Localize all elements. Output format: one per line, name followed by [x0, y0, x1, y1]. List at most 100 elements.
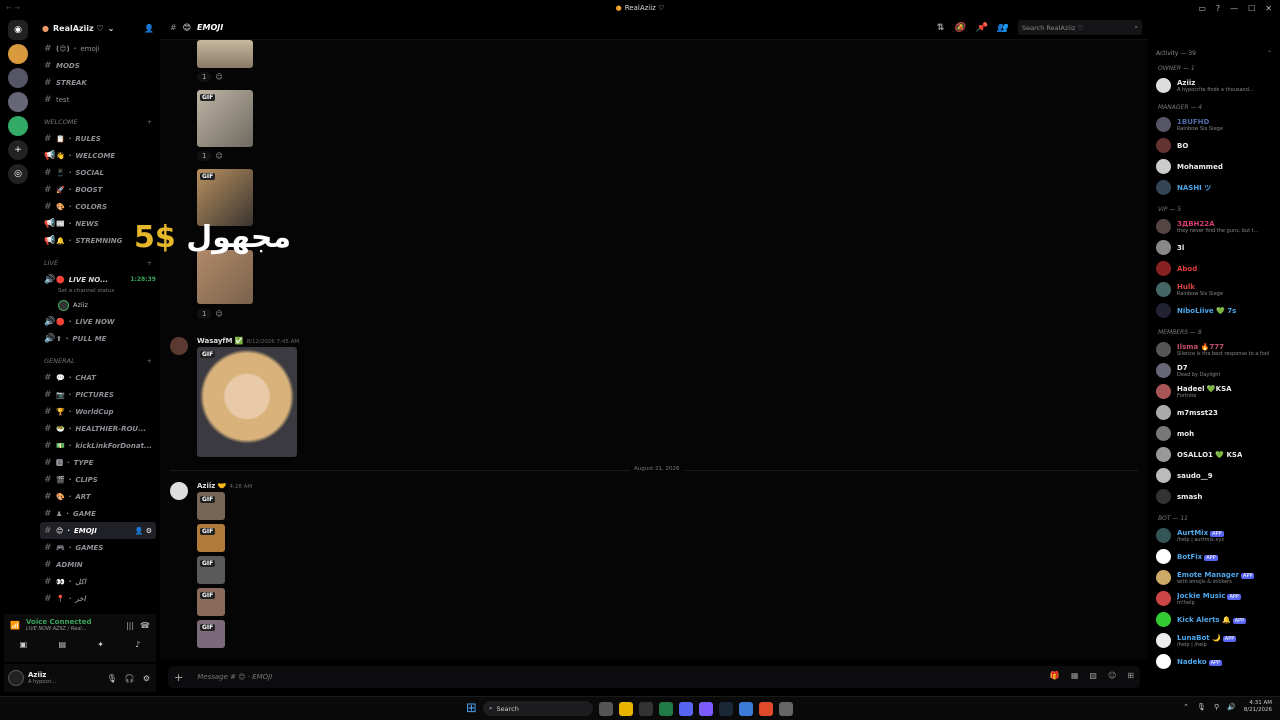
- channel-item[interactable]: # 🥗 · HEALTHIER-ROU...: [36, 420, 160, 437]
- member-item[interactable]: NiboLiive 💚 7s: [1148, 300, 1280, 321]
- member-item[interactable]: 3l: [1148, 237, 1280, 258]
- member-item[interactable]: moh: [1148, 423, 1280, 444]
- member-item[interactable]: BotFix APP: [1148, 546, 1280, 567]
- channel-item[interactable]: # 👀 · اكل: [36, 573, 160, 590]
- emoji-picker-icon[interactable]: ☺: [1108, 671, 1116, 680]
- member-item[interactable]: Aziiz A hypocrite finds a thousand...: [1148, 75, 1280, 96]
- member-item[interactable]: m7msst23: [1148, 402, 1280, 423]
- app-icon[interactable]: [698, 701, 713, 716]
- channel-settings-icon[interactable]: 👤 ⚙: [135, 527, 156, 535]
- add-reaction-icon[interactable]: ☺: [215, 73, 222, 81]
- microphone-icon[interactable]: 🎙: [107, 674, 117, 683]
- add-channel-icon[interactable]: +: [147, 118, 152, 126]
- gif-attachment[interactable]: GIF: [197, 620, 225, 648]
- gif-attachment[interactable]: GIF: [197, 90, 253, 147]
- clock[interactable]: 4:31 AM 8/21/2026: [1244, 700, 1272, 713]
- channel-item[interactable]: # 🚀 · BOOST: [36, 181, 160, 198]
- server-header[interactable]: ● RealAziiz ♡ ⌄ 👤: [36, 16, 160, 40]
- category-live[interactable]: LIVE +: [36, 255, 160, 271]
- channel-item[interactable]: # 🏆 · WorldCup: [36, 403, 160, 420]
- disconnect-icon[interactable]: ☎: [140, 621, 150, 630]
- message-author[interactable]: WasayfM ✅ 8/12/2026 7:45 AM: [197, 337, 299, 345]
- microphone-icon[interactable]: 🎙: [1197, 703, 1206, 711]
- server-icon[interactable]: [8, 116, 28, 136]
- minimize-icon[interactable]: —: [1230, 4, 1238, 13]
- maximize-icon[interactable]: ☐: [1248, 4, 1255, 13]
- voice-channel-status[interactable]: Set a channel status: [36, 288, 160, 297]
- channel-item[interactable]: # 🎬 · CLIPS: [36, 471, 160, 488]
- apps-icon[interactable]: ⊞: [1127, 671, 1134, 680]
- channel-item[interactable]: # 📱 · SOCIAL: [36, 164, 160, 181]
- brave-icon[interactable]: [758, 701, 773, 716]
- member-item[interactable]: Emote Manager APP with emojis & stickers: [1148, 567, 1280, 588]
- windows-start-icon[interactable]: ⊞: [466, 701, 477, 716]
- threads-icon[interactable]: ⇅: [937, 23, 945, 33]
- close-icon[interactable]: ✕: [1265, 4, 1272, 13]
- reaction-count[interactable]: 1: [197, 309, 212, 319]
- add-reaction-icon[interactable]: ☺: [215, 310, 222, 318]
- file-explorer-icon[interactable]: [618, 701, 633, 716]
- notification-bell-icon[interactable]: 🔕: [954, 23, 965, 33]
- add-channel-icon[interactable]: +: [147, 357, 152, 365]
- taskview-icon[interactable]: [598, 701, 613, 716]
- channel-item[interactable]: # 📍 · اخر: [36, 590, 160, 607]
- channel-item[interactable]: # 🎮 · GAMES: [36, 539, 160, 556]
- message-composer[interactable]: + Message # 😊 · EMOJI 🎁 ▦ ▧ ☺ ⊞: [168, 666, 1140, 688]
- channel-item[interactable]: # ADMIN: [36, 556, 160, 573]
- member-item[interactable]: LunaBot 🌙 APP/help | /help: [1148, 630, 1280, 651]
- member-item[interactable]: Ilsma 🔥777 Silence is the best response t…: [1148, 339, 1280, 360]
- reaction-count[interactable]: 1: [197, 151, 212, 161]
- discord-taskbar-icon[interactable]: [678, 701, 693, 716]
- camera-icon[interactable]: ▣: [20, 640, 28, 649]
- gif-attachment[interactable]: GIF: [197, 556, 225, 584]
- channel-item[interactable]: # MODS: [36, 57, 160, 74]
- app-icon[interactable]: [778, 701, 793, 716]
- chevron-up-icon[interactable]: ⌃: [1267, 50, 1272, 57]
- volume-icon[interactable]: 🔊: [1227, 703, 1236, 711]
- settings-gear-icon[interactable]: ⚙: [143, 674, 150, 683]
- channel-item[interactable]: # STREAK: [36, 74, 160, 91]
- channel-item[interactable]: # 💬 · CHAT: [36, 369, 160, 386]
- member-item[interactable]: NASHI ツ: [1148, 177, 1280, 198]
- headphones-icon[interactable]: 🎧: [125, 674, 135, 683]
- member-item[interactable]: ЗДВН22А they never find the guns, but t..…: [1148, 216, 1280, 237]
- gif-attachment[interactable]: GIF: [197, 347, 297, 457]
- gif-picker-icon[interactable]: ▦: [1071, 671, 1079, 680]
- pin-icon[interactable]: 📌: [976, 23, 987, 33]
- avatar[interactable]: [170, 482, 188, 500]
- noise-suppression-icon[interactable]: |||: [126, 621, 134, 630]
- server-icon-realaziiz[interactable]: [8, 44, 28, 64]
- add-attachment-icon[interactable]: +: [174, 671, 183, 684]
- nav-arrows-icon[interactable]: ← →: [6, 4, 20, 12]
- channel-item[interactable]: # 🎨 · COLORS: [36, 198, 160, 215]
- wifi-icon[interactable]: ⚲: [1214, 703, 1219, 711]
- channel-item[interactable]: # 🅰 · TYPE: [36, 454, 160, 471]
- channel-item[interactable]: # 🎨 · ART: [36, 488, 160, 505]
- add-channel-icon[interactable]: +: [147, 259, 152, 267]
- channel-item[interactable]: # 💵 · kickLinkForDonat...: [36, 437, 160, 454]
- voice-channel-live[interactable]: 🔊 🔴 LIVE NO... 1:28:39: [36, 271, 160, 288]
- channel-item[interactable]: # test: [36, 91, 160, 108]
- steam-icon[interactable]: [718, 701, 733, 716]
- screen-share-icon[interactable]: ▤: [58, 640, 66, 649]
- member-item[interactable]: Kick Alerts 🔔 APP: [1148, 609, 1280, 630]
- activity-header[interactable]: Activity — 39: [1156, 50, 1196, 57]
- activities-icon[interactable]: ✦: [97, 640, 104, 649]
- server-icon[interactable]: [8, 68, 28, 88]
- app-icon[interactable]: [638, 701, 653, 716]
- channel-item[interactable]: 📢 👋 · WELCOME: [36, 147, 160, 164]
- gift-icon[interactable]: 🎁: [1050, 671, 1060, 680]
- avatar[interactable]: [170, 337, 188, 355]
- gif-attachment[interactable]: GIF: [197, 492, 225, 520]
- member-item[interactable]: D7 Dead by Daylight: [1148, 360, 1280, 381]
- category-general[interactable]: GENERAL +: [36, 353, 160, 369]
- taskbar-search[interactable]: ⌕ Search: [482, 701, 593, 716]
- member-item[interactable]: Jockie Music APP m!help: [1148, 588, 1280, 609]
- server-icon[interactable]: [8, 92, 28, 112]
- app-icon[interactable]: [738, 701, 753, 716]
- gif-attachment[interactable]: GIF: [197, 169, 253, 226]
- category-welcome[interactable]: WELCOME +: [36, 114, 160, 130]
- voice-user[interactable]: Aziiz: [36, 297, 160, 313]
- voice-channel-name[interactable]: LIVE NOW AZIIZ / Real...: [26, 626, 92, 632]
- sticker-icon[interactable]: ▧: [1089, 671, 1097, 680]
